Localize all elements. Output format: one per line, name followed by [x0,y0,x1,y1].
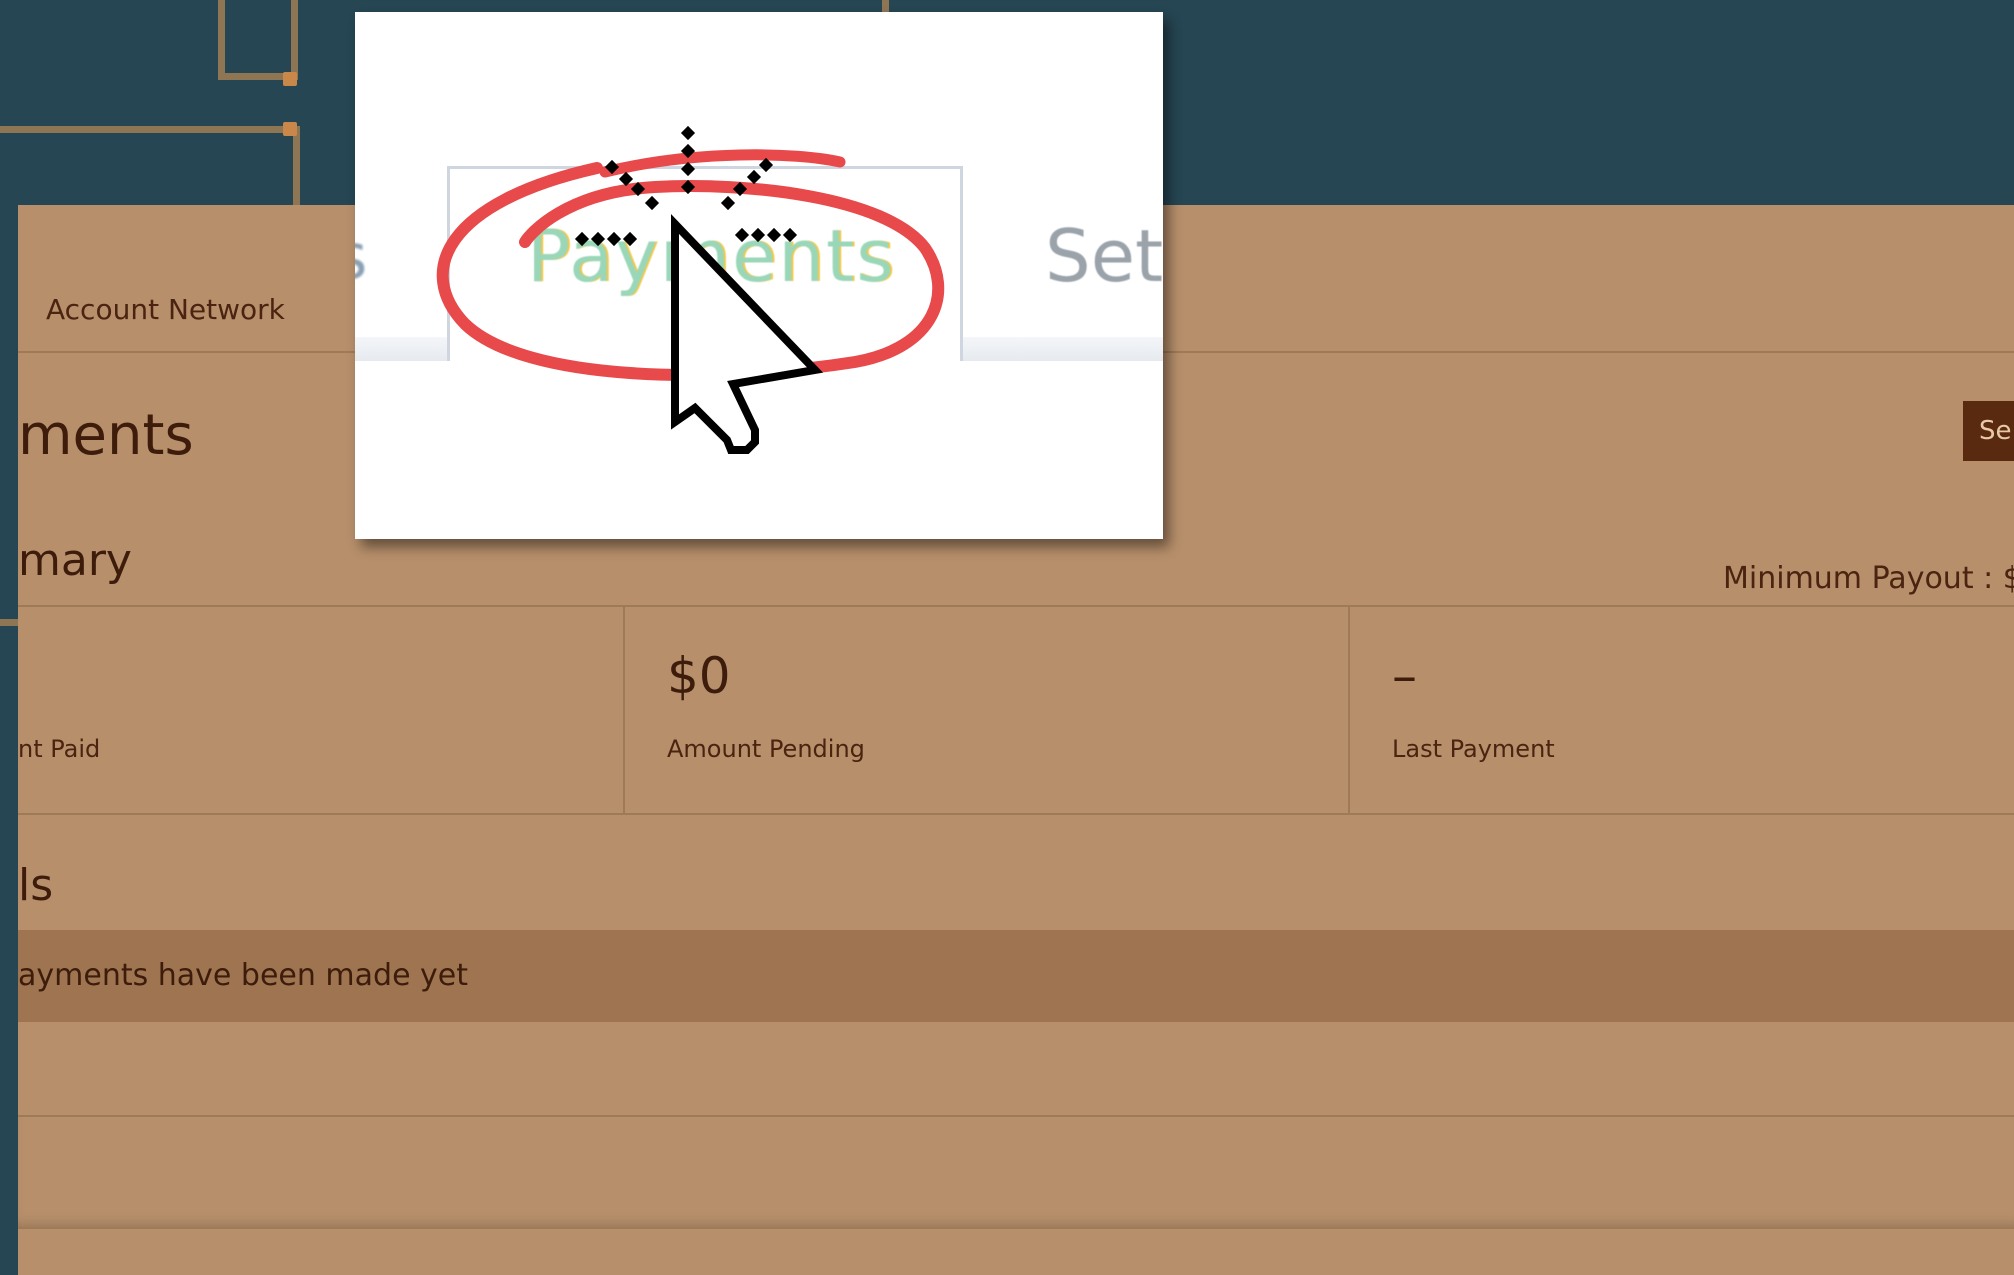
page-title: ments [18,403,194,468]
stat-label: nt Paid [18,735,101,763]
minimum-payout-text: Minimum Payout : $ [1723,561,2014,596]
stat-value: $0 [667,647,731,705]
mouse-pointer-click-icon [574,125,824,454]
tab-account-network[interactable]: Account Network [46,293,285,326]
stat-label: Amount Pending [667,735,865,763]
empty-payments-row: ayments have been made yet [18,930,2014,1022]
stat-amount-pending: $0 Amount Pending [625,607,1350,813]
stat-amount-paid: nt Paid [18,607,625,813]
empty-state-text: ayments have been made yet [18,958,469,993]
background-frame [218,0,298,80]
settings-button[interactable]: Se [1963,401,2014,461]
summary-stats: nt Paid $0 Amount Pending – Last Payment [18,605,2014,815]
background-frame-corner [283,122,297,136]
details-heading: ls [18,860,54,911]
footer-band [18,1115,2014,1229]
background-frame-corner [283,72,297,86]
summary-heading: mary [18,535,132,586]
zoom-callout: s Payments Set [355,12,1163,539]
stat-last-payment: – Last Payment [1350,607,2014,813]
stat-value: – [1392,647,1417,705]
stat-label: Last Payment [1392,735,1555,763]
